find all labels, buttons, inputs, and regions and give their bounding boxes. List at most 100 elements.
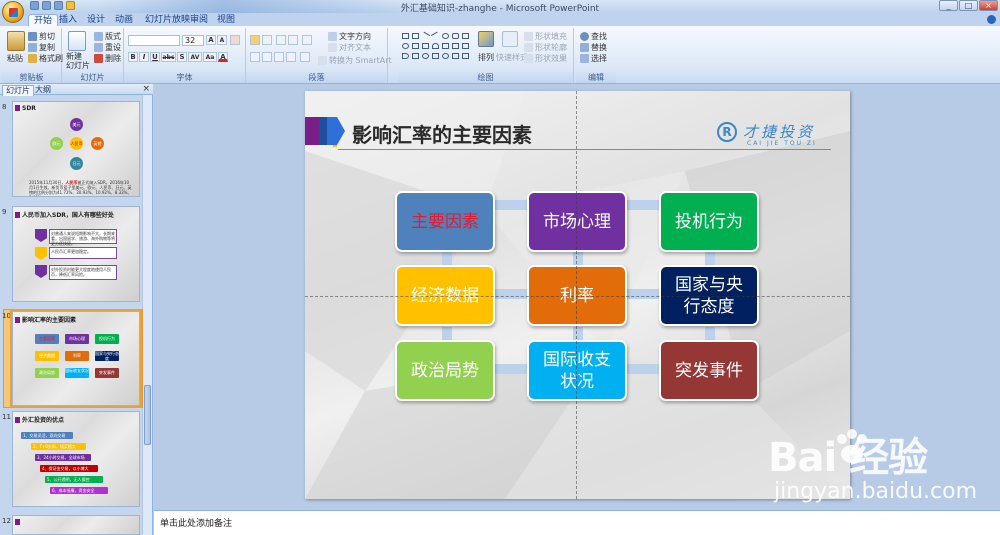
bold-button[interactable]: B: [128, 52, 138, 62]
shape-fill-button[interactable]: 形状填充: [524, 31, 567, 42]
clear-format-button[interactable]: [230, 35, 240, 45]
grow-font-button[interactable]: A: [206, 35, 216, 45]
align-text-button[interactable]: 对齐文本: [328, 42, 371, 53]
thumbnail-factor: 突发事件: [95, 368, 119, 378]
line-shape-icon[interactable]: [420, 31, 431, 41]
select-button[interactable]: 选择: [580, 53, 607, 64]
replace-button[interactable]: 替换: [580, 42, 607, 53]
slide-thumbnail[interactable]: 外汇投资的优点 1、交易灵活，双向交易 2、T+0交易，随买随卖 3、24小时交…: [12, 411, 140, 507]
italic-button[interactable]: I: [139, 52, 149, 62]
bullets-button[interactable]: [250, 35, 260, 45]
shrink-font-button[interactable]: A: [217, 35, 227, 45]
rect-shape-icon[interactable]: [462, 53, 469, 59]
group-label-drawing: 绘图: [398, 72, 573, 83]
copy-button[interactable]: 复制: [28, 42, 55, 53]
font-color-button[interactable]: A: [218, 52, 228, 62]
rect-shape-icon[interactable]: [412, 43, 419, 49]
rect-shape-icon[interactable]: [442, 43, 449, 49]
slide-thumbnail[interactable]: SDR 美元 欧元 英镑 日元 人民币 2015年11月30日，人民币被正式纳入…: [12, 101, 140, 197]
oval-shape-icon[interactable]: [402, 43, 409, 49]
notes-placeholder[interactable]: 单击此处添加备注: [160, 516, 232, 529]
cut-button[interactable]: 剪切: [28, 31, 55, 42]
format-painter-button[interactable]: 格式刷: [28, 53, 63, 64]
tab-animation[interactable]: 动画: [110, 14, 138, 26]
underline-button[interactable]: U: [150, 52, 160, 62]
thumbnail-scrollbar[interactable]: [142, 95, 152, 535]
rect-shape-icon[interactable]: [462, 33, 469, 39]
horizontal-guide[interactable]: [305, 296, 850, 297]
arrange-button[interactable]: 排列: [478, 52, 494, 63]
tab-outline[interactable]: 大纲: [32, 85, 54, 95]
shape-effects-button[interactable]: 形状效果: [524, 53, 567, 64]
thumbnail-title: 人民币加入SDR，国人有哪些好处: [15, 210, 114, 219]
tab-review[interactable]: 审阅: [185, 14, 213, 26]
font-size-field[interactable]: 32: [182, 35, 204, 46]
factor-box[interactable]: 主要因素: [395, 191, 495, 252]
justify-button[interactable]: [286, 52, 296, 62]
factor-box[interactable]: 市场心理: [527, 191, 627, 252]
scrollbar-thumb[interactable]: [144, 385, 151, 445]
office-button[interactable]: [2, 1, 24, 23]
slide-number: 12: [2, 517, 11, 525]
increase-indent-button[interactable]: [288, 35, 298, 45]
minimize-button[interactable]: _: [939, 0, 958, 11]
slide-thumbnail[interactable]: 人民币加入SDR，国人有哪些好处 对普通人来说短期影响不大，长期来看，出国留学、…: [12, 206, 140, 302]
oval-shape-icon[interactable]: [422, 53, 429, 59]
tab-view[interactable]: 视图: [212, 14, 240, 26]
replace-label: 替换: [591, 43, 607, 52]
help-icon[interactable]: [987, 15, 996, 24]
rect-shape-icon[interactable]: [432, 53, 439, 59]
delete-slide-button[interactable]: 删除: [94, 53, 121, 64]
rect-shape-icon[interactable]: [452, 53, 459, 59]
change-case-button[interactable]: Aa: [203, 52, 217, 62]
thumbnail-factor: 主要因素: [35, 334, 59, 344]
text-direction-button[interactable]: 文字方向: [328, 31, 371, 42]
factor-box[interactable]: 投机行为: [659, 191, 759, 252]
find-button[interactable]: 查找: [580, 31, 607, 42]
thumbnail-factor: 政治局势: [35, 368, 59, 378]
close-pane-icon[interactable]: ×: [142, 84, 150, 94]
rect-shape-icon[interactable]: [452, 43, 459, 49]
factor-box[interactable]: 国际收支状况: [527, 340, 627, 401]
oval-shape-icon[interactable]: [442, 33, 449, 39]
factor-box[interactable]: 突发事件: [659, 340, 759, 401]
maximize-button[interactable]: □: [959, 0, 978, 11]
tab-insert[interactable]: 插入: [54, 14, 82, 26]
columns-button[interactable]: [300, 52, 310, 62]
factor-box[interactable]: 政治局势: [395, 340, 495, 401]
char-spacing-button[interactable]: AV: [188, 52, 202, 62]
paste-button[interactable]: 粘贴: [7, 53, 23, 64]
close-button[interactable]: ×: [979, 0, 998, 11]
vertical-guide[interactable]: [576, 91, 577, 499]
new-slide-button[interactable]: 新建 幻灯片: [66, 52, 90, 70]
rect-shape-icon[interactable]: [412, 33, 419, 39]
rect-shape-icon[interactable]: [462, 43, 469, 49]
rounded-rect-shape-icon[interactable]: [452, 33, 459, 39]
font-name-field[interactable]: [128, 35, 180, 46]
layout-button[interactable]: 版式: [94, 31, 121, 42]
delete-label: 删除: [105, 54, 121, 63]
tab-slides[interactable]: 幻灯片: [2, 85, 34, 96]
convert-smartart-button[interactable]: 转换为 SmartArt: [318, 55, 392, 66]
oval-shape-icon[interactable]: [442, 53, 449, 59]
slide-thumbnail-selected[interactable]: 影响汇率的主要因素 主要因素 市场心理 投机行为 经济数据 利率 国家与央行态度…: [10, 309, 142, 408]
line-spacing-button[interactable]: [302, 35, 312, 45]
shape-outline-button[interactable]: 形状轮廓: [524, 42, 567, 53]
shadow-button[interactable]: S: [177, 52, 187, 62]
tab-design[interactable]: 设计: [82, 14, 110, 26]
arc-shape-icon[interactable]: [432, 43, 439, 49]
align-center-button[interactable]: [262, 52, 272, 62]
line-shape-icon[interactable]: [430, 31, 441, 41]
reset-button[interactable]: 重设: [94, 42, 121, 53]
slide-title[interactable]: 影响汇率的主要因素: [352, 119, 532, 148]
strikethrough-button[interactable]: abc: [161, 52, 176, 62]
align-right-button[interactable]: [274, 52, 284, 62]
rect-shape-icon[interactable]: [422, 43, 429, 49]
rect-shape-icon[interactable]: [402, 33, 409, 39]
numbering-button[interactable]: [262, 35, 272, 45]
slide-thumbnail[interactable]: [12, 515, 140, 535]
rect-shape-icon[interactable]: [412, 53, 419, 59]
decrease-indent-button[interactable]: [276, 35, 286, 45]
curve-shape-icon[interactable]: [402, 53, 409, 59]
align-left-button[interactable]: [250, 52, 260, 62]
